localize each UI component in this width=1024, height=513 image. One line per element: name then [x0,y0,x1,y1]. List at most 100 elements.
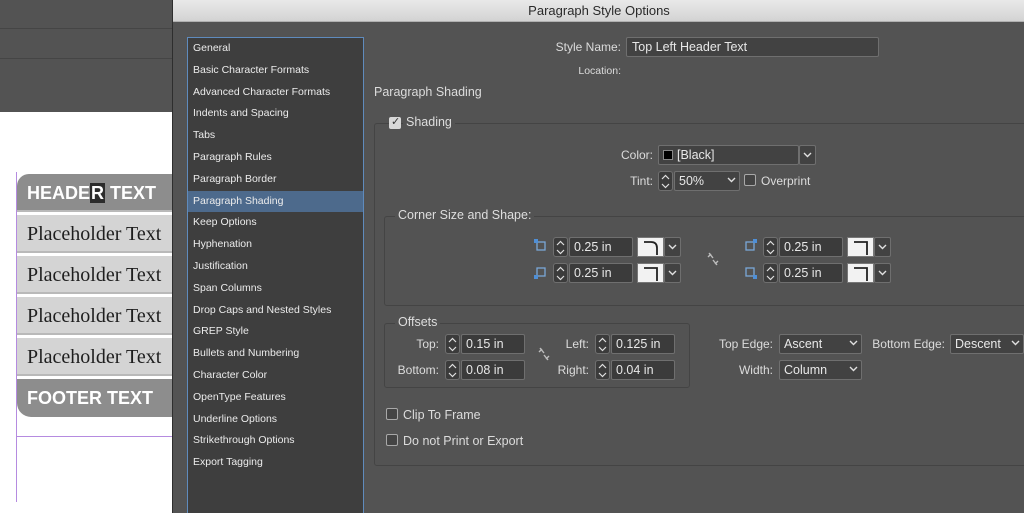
offset-left-stepper[interactable] [595,334,610,354]
top-left-corner-shape-dropdown[interactable] [664,237,681,257]
top-left-corner-size[interactable]: 0.25 in [569,237,633,257]
color-label: Color: [620,148,653,162]
bottom-right-corner-shape[interactable] [847,263,874,283]
color-value: [Black] [677,148,715,162]
stepper-arrows-icon [556,266,565,281]
bottom-left-corner-stepper[interactable] [553,263,568,283]
text-cursor-selection: R [90,183,106,203]
header-text-before: HEADE [27,183,91,203]
chevron-down-icon [878,244,887,250]
top-right-corner-stepper[interactable] [763,237,778,257]
category-item-tabs[interactable]: Tabs [188,125,363,146]
bottom-right-corner-stepper[interactable] [763,263,778,283]
bottom-right-corner-shape-dropdown[interactable] [874,263,891,283]
clip-to-frame-checkbox[interactable] [386,408,398,420]
style-name-input[interactable]: Top Left Header Text [626,37,879,57]
top-left-corner-shape[interactable] [637,237,664,257]
offset-top-stepper[interactable] [445,334,460,354]
shading-checkbox[interactable] [389,115,401,129]
offset-right-input[interactable]: 0.04 in [611,360,675,380]
color-swatch [663,150,673,160]
overprint-label: Overprint [761,174,811,188]
bottom-left-corner-size[interactable]: 0.25 in [569,263,633,283]
width-dropdown[interactable]: Column [779,360,862,380]
category-item-character-color[interactable]: Character Color [188,365,363,386]
top-left-corner-stepper[interactable] [553,237,568,257]
category-item-justification[interactable]: Justification [188,256,363,277]
category-item-hyphenation[interactable]: Hyphenation [188,234,363,255]
category-item-paragraph-rules[interactable]: Paragraph Rules [188,147,363,168]
square-corner-icon [854,267,868,281]
corner-group [384,216,1024,306]
category-item-keep-options[interactable]: Keep Options [188,212,363,233]
shading-label: Shading [403,115,455,129]
bottom-edge-dropdown[interactable]: Descent [950,334,1024,354]
header-text-after: TEXT [105,183,157,203]
category-item-export-tagging[interactable]: Export Tagging [188,452,363,473]
bottom-left-corner-icon [534,267,546,279]
sample-body-row[interactable]: Placeholder Text [17,256,177,294]
top-right-corner-icon [745,239,757,251]
broken-link-icon[interactable] [706,251,720,267]
top-right-corner-shape[interactable] [847,237,874,257]
offset-bottom-stepper[interactable] [445,360,460,380]
offset-bottom-input[interactable]: 0.08 in [461,360,525,380]
stepper-arrows-icon [766,240,775,255]
stepper-arrows-icon [598,337,607,352]
tint-dropdown[interactable]: 50% [674,171,740,191]
sample-footer-row[interactable]: FOOTER TEXT [17,379,177,417]
category-list[interactable]: General Basic Character Formats Advanced… [187,37,364,513]
category-item-grep-style[interactable]: GREP Style [188,321,363,342]
tint-stepper[interactable] [658,171,673,191]
category-item-basic-character-formats[interactable]: Basic Character Formats [188,60,363,81]
offset-right-stepper[interactable] [595,360,610,380]
offset-top-input[interactable]: 0.15 in [461,334,525,354]
offsets-group-title: Offsets [395,315,441,329]
chevron-down-icon [803,152,812,158]
stepper-arrows-icon [661,174,670,189]
category-item-advanced-character-formats[interactable]: Advanced Character Formats [188,82,363,103]
category-item-paragraph-border[interactable]: Paragraph Border [188,169,363,190]
sample-header-row[interactable]: HEADER TEXT [17,174,177,212]
toolbar-divider [0,58,172,59]
offset-top-label: Top: [416,337,439,351]
width-label: Width: [738,363,773,377]
offset-right-label: Right: [557,363,589,377]
offset-left-input[interactable]: 0.125 in [611,334,675,354]
do-not-print-checkbox[interactable] [386,434,398,446]
category-item-opentype-features[interactable]: OpenType Features [188,387,363,408]
sample-body-row[interactable]: Placeholder Text [17,215,177,253]
stepper-arrows-icon [766,266,775,281]
chevron-down-icon [1011,340,1020,346]
category-item-drop-caps-and-nested-styles[interactable]: Drop Caps and Nested Styles [188,300,363,321]
chevron-down-icon [849,366,858,372]
chevron-down-icon [727,177,736,183]
top-right-corner-size[interactable]: 0.25 in [779,237,843,257]
width-value: Column [784,363,828,377]
color-dropdown[interactable]: [Black] [658,145,799,165]
color-dropdown-arrow[interactable] [799,145,816,165]
top-left-corner-icon [534,239,546,251]
top-right-corner-shape-dropdown[interactable] [874,237,891,257]
bottom-left-corner-shape[interactable] [637,263,664,283]
top-edge-dropdown[interactable]: Ascent [779,334,862,354]
bottom-right-corner-size[interactable]: 0.25 in [779,263,843,283]
overprint-checkbox[interactable] [744,174,756,186]
category-item-general[interactable]: General [188,38,363,59]
bottom-left-corner-shape-dropdown[interactable] [664,263,681,283]
section-title: Paragraph Shading [374,85,482,99]
rounded-corner-icon [644,241,658,255]
sample-body-row[interactable]: Placeholder Text [17,338,177,376]
bottom-edge-value: Descent [955,337,1001,351]
category-item-strikethrough-options[interactable]: Strikethrough Options [188,430,363,451]
offset-left-label: Left: [565,337,589,351]
stepper-arrows-icon [448,363,457,378]
paragraph-style-options-dialog: Paragraph Style Options General Basic Ch… [172,0,1024,513]
category-item-indents-and-spacing[interactable]: Indents and Spacing [188,103,363,124]
category-item-bullets-and-numbering[interactable]: Bullets and Numbering [188,343,363,364]
category-item-span-columns[interactable]: Span Columns [188,278,363,299]
category-item-paragraph-shading[interactable]: Paragraph Shading [188,190,363,212]
category-item-underline-options[interactable]: Underline Options [188,409,363,430]
sample-body-row[interactable]: Placeholder Text [17,297,177,335]
location-label: Location: [578,65,621,77]
